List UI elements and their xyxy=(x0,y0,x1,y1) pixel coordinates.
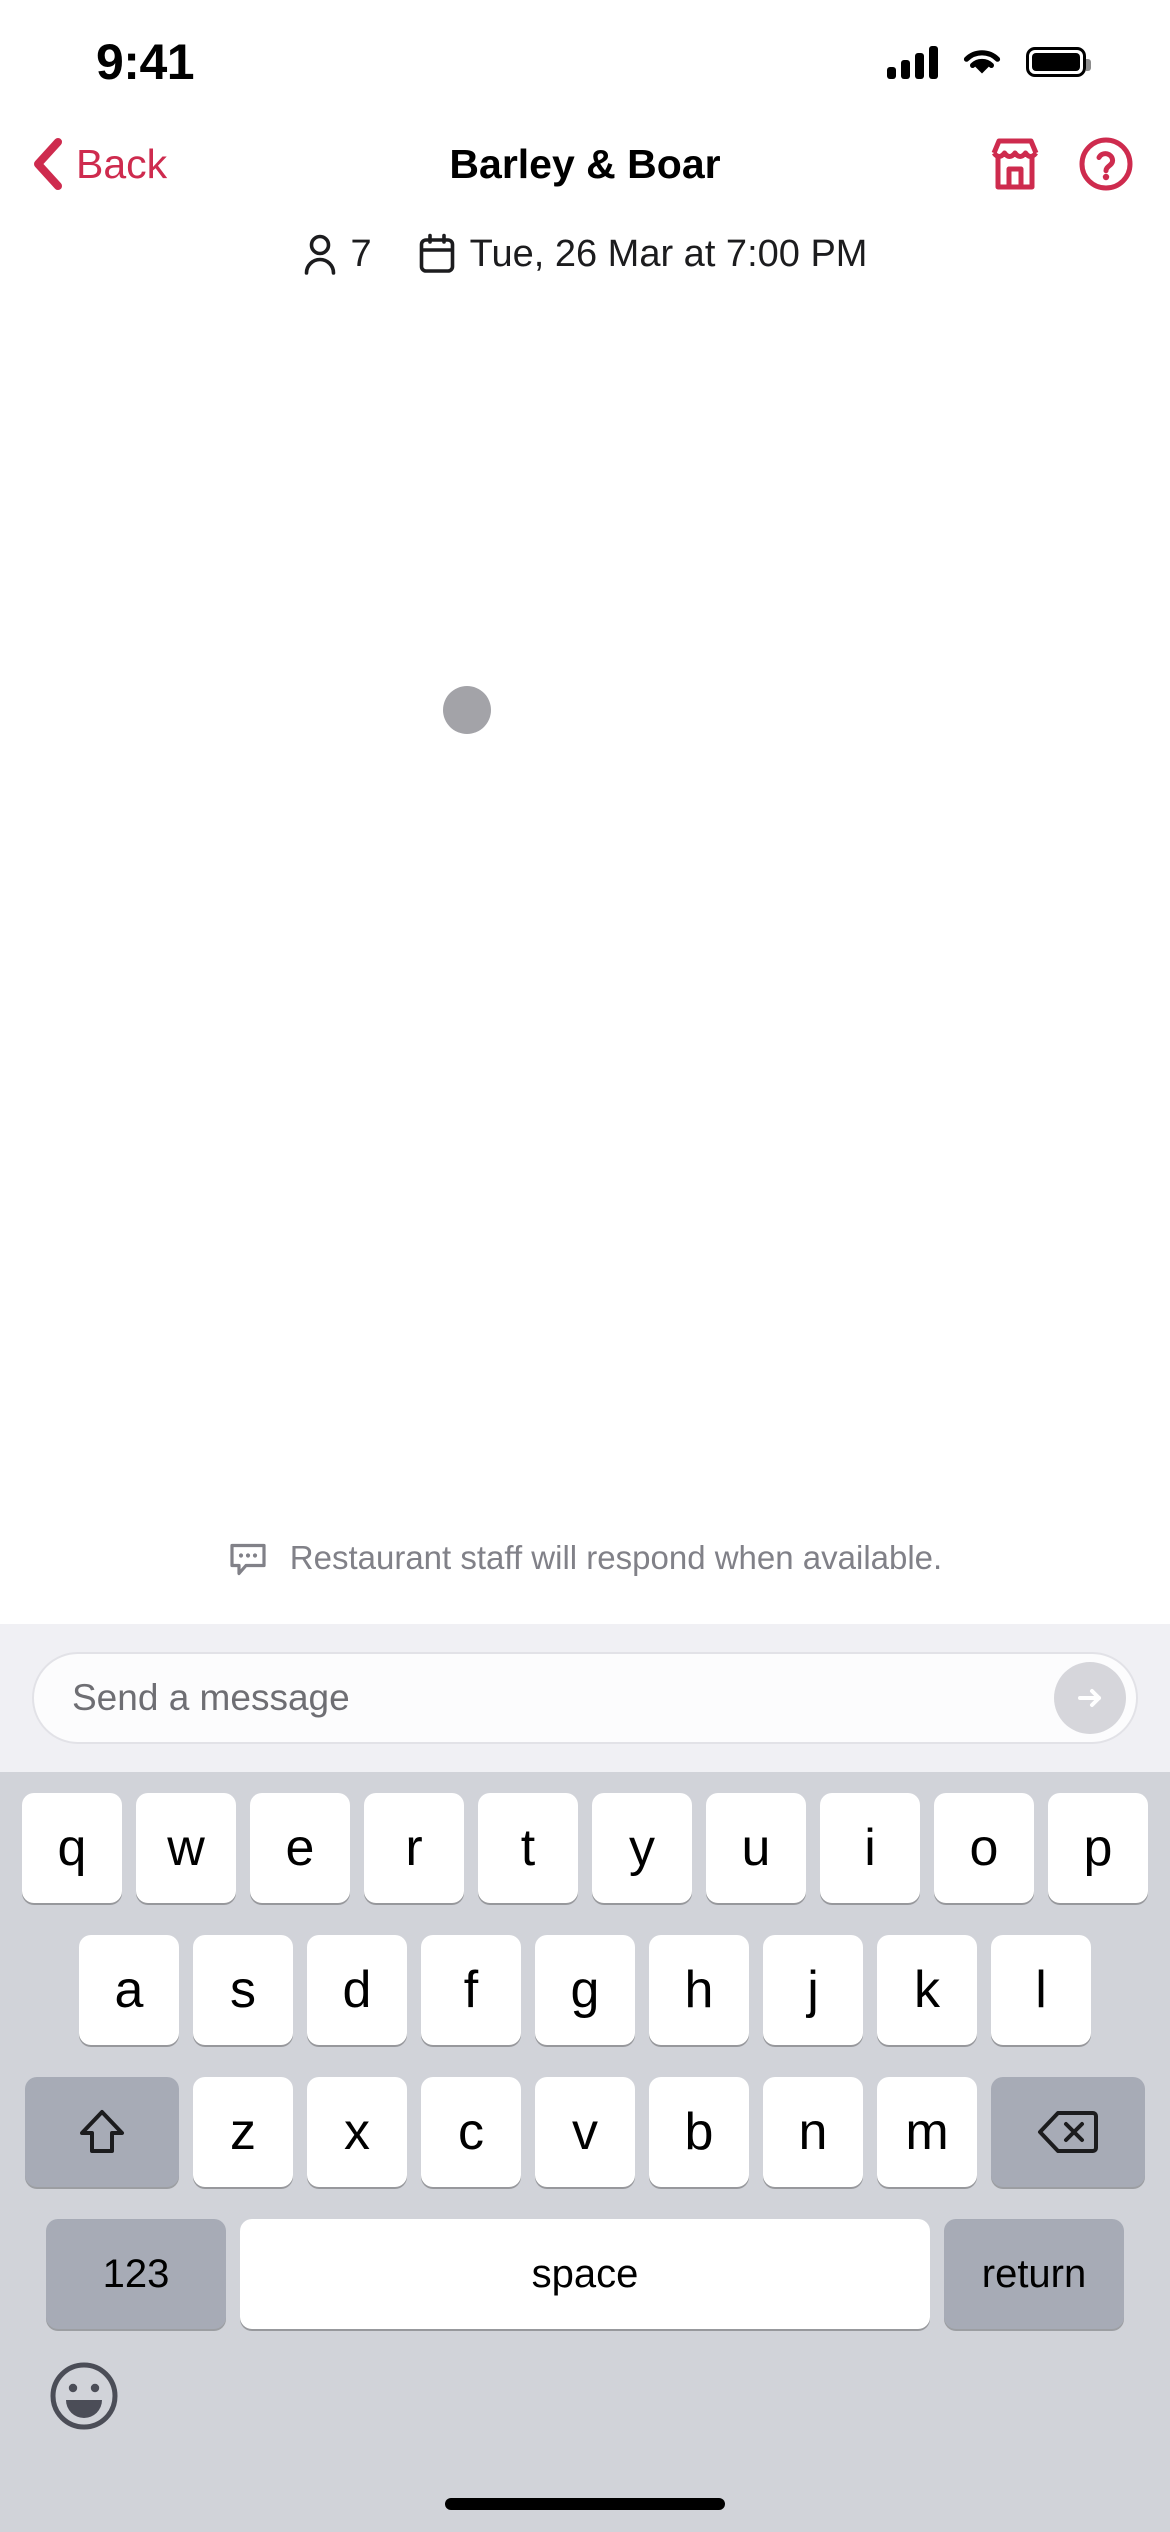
person-icon xyxy=(304,234,335,275)
key-g[interactable]: g xyxy=(535,1935,635,2045)
shift-arrow-up-icon xyxy=(80,2110,124,2153)
key-i[interactable]: i xyxy=(820,1793,920,1903)
key-o[interactable]: o xyxy=(934,1793,1034,1903)
keyboard-row-4: 123 space return xyxy=(0,2214,1170,2334)
navigation-bar: Back Barley & Boar xyxy=(0,120,1170,208)
on-screen-keyboard: q w e r t y u i o p a s d f g h j k l z … xyxy=(0,1772,1170,2532)
backspace-icon xyxy=(1038,2111,1098,2153)
key-u[interactable]: u xyxy=(706,1793,806,1903)
key-f[interactable]: f xyxy=(421,1935,521,2045)
key-d[interactable]: d xyxy=(307,1935,407,2045)
wifi-icon xyxy=(963,50,1001,74)
key-k[interactable]: k xyxy=(877,1935,977,2045)
smiley-face-icon[interactable] xyxy=(46,2358,122,2434)
keyboard-row-1: q w e r t y u i o p xyxy=(0,1788,1170,1908)
keyboard-row-3: z x c v b n m xyxy=(0,2072,1170,2192)
shift-key[interactable] xyxy=(25,2077,179,2187)
chat-bubble-ellipsis-icon xyxy=(230,1543,266,1576)
restaurant-icon[interactable] xyxy=(988,136,1042,192)
home-indicator xyxy=(445,2498,725,2510)
key-a[interactable]: a xyxy=(79,1935,179,2045)
party-size-value: 7 xyxy=(350,232,372,275)
status-time: 9:41 xyxy=(96,34,195,90)
keyboard-bottom-bar xyxy=(0,2344,1170,2494)
status-indicators xyxy=(887,45,1091,79)
arrow-right-icon xyxy=(1078,1689,1101,1707)
key-m[interactable]: m xyxy=(877,2077,977,2187)
chevron-left-icon xyxy=(34,138,62,190)
loading-dot xyxy=(443,686,491,734)
key-z[interactable]: z xyxy=(193,2077,293,2187)
key-b[interactable]: b xyxy=(649,2077,749,2187)
reservation-summary: 7 Tue, 26 Mar at 7:00 PM xyxy=(0,208,1170,300)
key-w[interactable]: w xyxy=(136,1793,236,1903)
date-time-group: Tue, 26 Mar at 7:00 PM xyxy=(418,232,868,276)
help-circle-icon[interactable] xyxy=(1078,136,1134,192)
calendar-icon xyxy=(419,233,454,273)
key-v[interactable]: v xyxy=(535,2077,635,2187)
back-button[interactable]: Back xyxy=(30,137,167,191)
numbers-key[interactable]: 123 xyxy=(46,2219,226,2329)
key-p[interactable]: p xyxy=(1048,1793,1148,1903)
return-key[interactable]: return xyxy=(944,2219,1124,2329)
cellular-bars-icon xyxy=(887,45,938,79)
message-input-container[interactable] xyxy=(32,1652,1138,1744)
key-x[interactable]: x xyxy=(307,2077,407,2187)
key-q[interactable]: q xyxy=(22,1793,122,1903)
send-button[interactable] xyxy=(1054,1662,1126,1734)
message-input[interactable] xyxy=(72,1677,1054,1719)
app-screen: 9:41 Back Barley & Boar 7 Tue, 26 Mar at… xyxy=(0,0,1170,2532)
nav-actions xyxy=(988,136,1134,192)
battery-full-icon xyxy=(1026,47,1091,77)
back-button-label: Back xyxy=(76,140,168,187)
key-r[interactable]: r xyxy=(364,1793,464,1903)
date-time-value: Tue, 26 Mar at 7:00 PM xyxy=(469,232,868,275)
party-size-group: 7 xyxy=(303,233,372,276)
space-key[interactable]: space xyxy=(240,2219,930,2329)
thread-status-note: Restaurant staff will respond when avail… xyxy=(0,1538,1170,1624)
message-thread: Restaurant staff will respond when avail… xyxy=(0,300,1170,1624)
key-n[interactable]: n xyxy=(763,2077,863,2187)
key-e[interactable]: e xyxy=(250,1793,350,1903)
message-composer xyxy=(0,1624,1170,1772)
key-j[interactable]: j xyxy=(763,1935,863,2045)
thread-status-text: Restaurant staff will respond when avail… xyxy=(289,1539,943,1576)
key-c[interactable]: c xyxy=(421,2077,521,2187)
backspace-key[interactable] xyxy=(991,2077,1145,2187)
key-h[interactable]: h xyxy=(649,1935,749,2045)
status-bar: 9:41 xyxy=(0,0,1170,120)
keyboard-row-2: a s d f g h j k l xyxy=(0,1930,1170,2050)
key-s[interactable]: s xyxy=(193,1935,293,2045)
key-y[interactable]: y xyxy=(592,1793,692,1903)
key-l[interactable]: l xyxy=(991,1935,1091,2045)
key-t[interactable]: t xyxy=(478,1793,578,1903)
